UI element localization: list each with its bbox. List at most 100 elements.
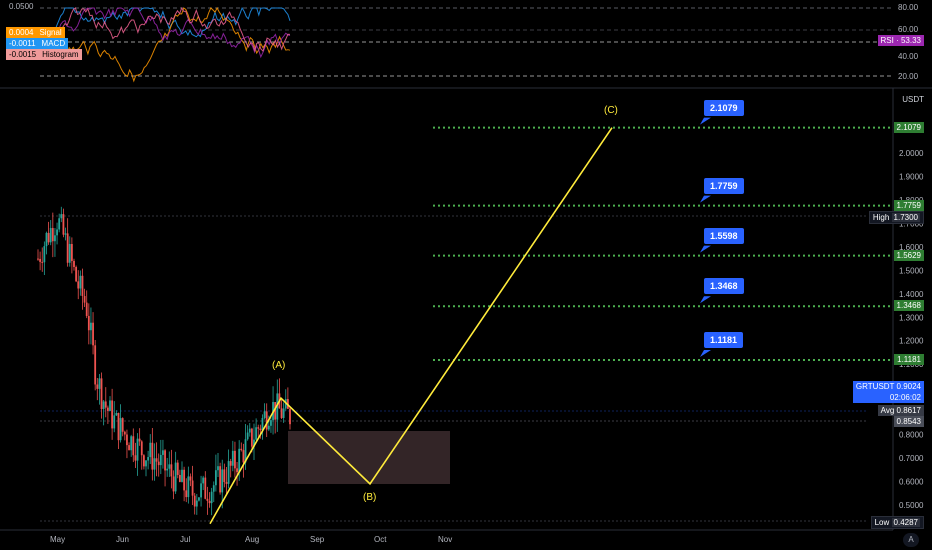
candle-body — [242, 450, 245, 463]
symbol-label: GRTUSDT — [855, 382, 895, 391]
month-jun: Jun — [116, 535, 129, 544]
candle-body — [54, 235, 56, 242]
candle-body — [87, 315, 90, 331]
candle-body — [115, 412, 118, 416]
candle-body — [202, 477, 205, 484]
candle-body — [83, 296, 86, 303]
candle-body — [225, 482, 228, 484]
price-chart[interactable]: 2.10002.00001.90001.80001.70001.60001.50… — [0, 0, 932, 550]
candle-body — [102, 401, 105, 410]
month-aug: Aug — [245, 535, 260, 544]
candle-body — [75, 266, 78, 282]
candle-body — [145, 460, 147, 467]
candle-body — [111, 400, 114, 429]
legend-signal[interactable]: 0.0004 Signal — [6, 27, 65, 38]
signal-label: Signal — [36, 27, 65, 38]
candle-body — [208, 500, 211, 504]
wave-label-b: (B) — [363, 492, 377, 503]
candle-body — [172, 476, 175, 492]
candle-body — [162, 450, 164, 455]
target-zone[interactable] — [288, 431, 450, 484]
candle-body — [206, 498, 209, 501]
histogram-value: -0.0015 — [6, 49, 40, 60]
candle-body — [183, 469, 186, 491]
auto-scale-button[interactable]: A — [903, 533, 919, 547]
fib-axis-badge: 1.3468 — [893, 300, 924, 312]
candle-body — [64, 233, 67, 235]
candle-body — [168, 464, 171, 469]
fib-axis-badge: 1.7759 — [893, 199, 924, 211]
candle-body — [132, 436, 135, 456]
price-tick-label: 0.6000 — [899, 478, 924, 487]
candle-body — [106, 407, 109, 411]
fib-target-label[interactable]: 1.5598 — [704, 227, 744, 244]
candle-body — [240, 448, 243, 451]
candle-body — [98, 378, 101, 389]
price-tick-label: 1.4000 — [899, 290, 924, 299]
fib-target-label[interactable]: 1.1181 — [704, 331, 744, 348]
fib-axis-badge: 2.1079 — [893, 121, 924, 133]
candle-body — [109, 400, 111, 411]
candle-body — [289, 408, 291, 425]
candle-body — [130, 436, 133, 451]
candle-body — [153, 458, 156, 470]
candle-body — [178, 474, 181, 482]
wave-label-a: (A) — [272, 360, 286, 371]
candle-body — [246, 432, 249, 440]
candle-body — [248, 428, 251, 433]
fib-target-label[interactable]: 1.7759 — [704, 177, 744, 194]
legend-macd[interactable]: -0.0011 MACD — [6, 38, 69, 49]
candle-body — [66, 233, 69, 263]
candle-body — [73, 260, 75, 267]
low-value: 0.4287 — [891, 518, 920, 527]
fib-axis-badge: 1.1181 — [894, 353, 924, 365]
candle-body — [81, 275, 84, 297]
macd-scale-top: 0.0500 — [9, 2, 34, 11]
low-label: Low — [874, 518, 890, 527]
candle-body — [210, 491, 213, 504]
prev-close-value: 0.8543 — [896, 417, 921, 426]
candle-body — [166, 468, 169, 471]
candle-body — [60, 214, 63, 219]
candle-body — [90, 322, 92, 331]
candle-body — [204, 477, 207, 499]
candle-body — [164, 450, 166, 471]
high-badge: High 1.7300 — [868, 211, 924, 224]
fib-target-label[interactable]: 1.3468 — [704, 278, 744, 295]
price-tick-label: 1.9000 — [899, 172, 924, 181]
high-value: 1.7300 — [891, 213, 920, 222]
fib-target-label[interactable]: 2.1079 — [704, 99, 744, 116]
candle-body — [51, 228, 54, 242]
candle-body — [119, 418, 122, 441]
candle-body — [41, 261, 44, 263]
low-badge: Low 0.4287 — [870, 516, 924, 529]
macd-label: MACD — [38, 38, 69, 49]
candle-body — [221, 469, 224, 493]
candle-body — [68, 244, 71, 263]
candle-body — [212, 485, 215, 492]
candle-body — [96, 384, 99, 389]
legend-histogram[interactable]: -0.0015 Histogram — [6, 49, 82, 60]
candle-body — [117, 412, 120, 441]
last-price-badge: GRTUSDT 0.9024 02:06:02 — [852, 381, 924, 403]
candle-body — [270, 420, 272, 426]
month-sep: Sep — [310, 535, 325, 544]
candle-body — [200, 483, 202, 498]
month-nov: Nov — [438, 535, 453, 544]
candle-body — [79, 275, 82, 289]
fib-axis-badge: 1.5629 — [893, 249, 924, 261]
candle-body — [70, 244, 73, 261]
rsi-value: 53.33 — [900, 36, 921, 45]
candle-body — [219, 466, 222, 493]
signal-value: 0.0004 — [6, 27, 37, 38]
candle-body — [280, 408, 283, 418]
candle-body — [149, 442, 152, 458]
price-tick-label: 1.3000 — [899, 313, 924, 322]
rsi-tick-60: 60.00 — [898, 25, 919, 34]
candle-body — [142, 455, 145, 467]
candle-body — [45, 232, 48, 247]
candle-body — [155, 458, 158, 462]
candle-body — [47, 232, 50, 243]
candle-body — [189, 476, 192, 481]
candle-body — [195, 500, 198, 507]
